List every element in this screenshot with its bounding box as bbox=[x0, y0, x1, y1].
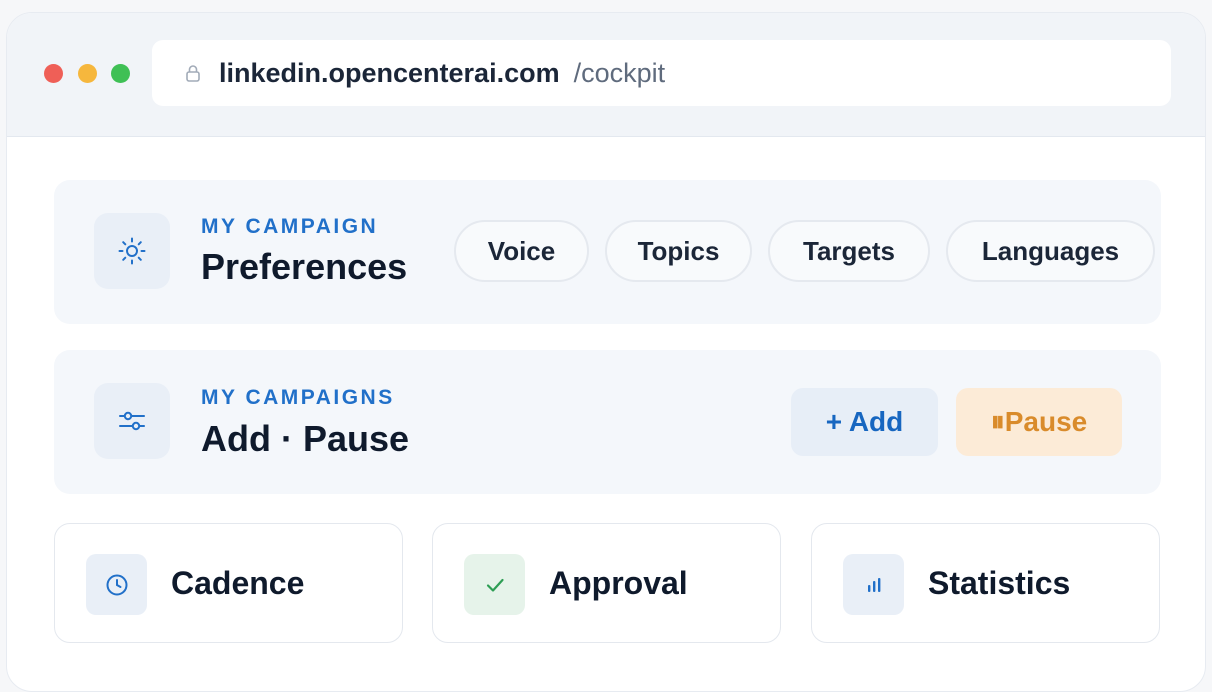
chip-topics[interactable]: Topics bbox=[605, 220, 752, 282]
chip-languages[interactable]: Languages bbox=[946, 220, 1155, 282]
cadence-label: Cadence bbox=[171, 565, 305, 601]
close-window-button[interactable] bbox=[44, 64, 63, 83]
address-bar[interactable]: linkedin.opencenterai.com /cockpit bbox=[152, 40, 1171, 106]
check-icon bbox=[464, 554, 525, 615]
approval-label: Approval bbox=[549, 565, 688, 601]
lock-icon bbox=[185, 64, 201, 82]
campaigns-kicker: MY CAMPAIGNS bbox=[201, 386, 395, 409]
preferences-kicker: MY CAMPAIGN bbox=[201, 215, 379, 238]
clock-icon bbox=[86, 554, 147, 615]
chip-voice[interactable]: Voice bbox=[454, 220, 589, 282]
preferences-panel: MY CAMPAIGN Preferences Voice Topics Tar… bbox=[54, 180, 1161, 324]
cadence-card[interactable]: Cadence bbox=[54, 523, 403, 643]
sliders-icon bbox=[94, 383, 170, 459]
url-domain: linkedin.opencenterai.com bbox=[219, 57, 560, 88]
campaigns-title: Add · Pause bbox=[201, 418, 410, 459]
add-campaign-button[interactable]: + Add bbox=[791, 388, 938, 456]
preferences-title: Preferences bbox=[201, 246, 408, 287]
minimize-window-button[interactable] bbox=[78, 64, 97, 83]
browser-titlebar: linkedin.opencenterai.com /cockpit bbox=[7, 13, 1205, 137]
statistics-label: Statistics bbox=[928, 565, 1071, 601]
bar-chart-icon bbox=[843, 554, 904, 615]
pause-campaign-button[interactable]: ⏸Pause bbox=[956, 388, 1122, 456]
browser-window: linkedin.opencenterai.com /cockpit MY CA… bbox=[6, 12, 1206, 692]
statistics-card[interactable]: Statistics bbox=[811, 523, 1160, 643]
maximize-window-button[interactable] bbox=[111, 64, 130, 83]
sun-icon bbox=[94, 213, 170, 289]
approval-card[interactable]: Approval bbox=[432, 523, 781, 643]
chip-targets[interactable]: Targets bbox=[768, 220, 930, 282]
campaigns-panel: MY CAMPAIGNS Add · Pause + Add ⏸Pause bbox=[54, 350, 1161, 494]
url-path: /cockpit bbox=[573, 57, 666, 88]
